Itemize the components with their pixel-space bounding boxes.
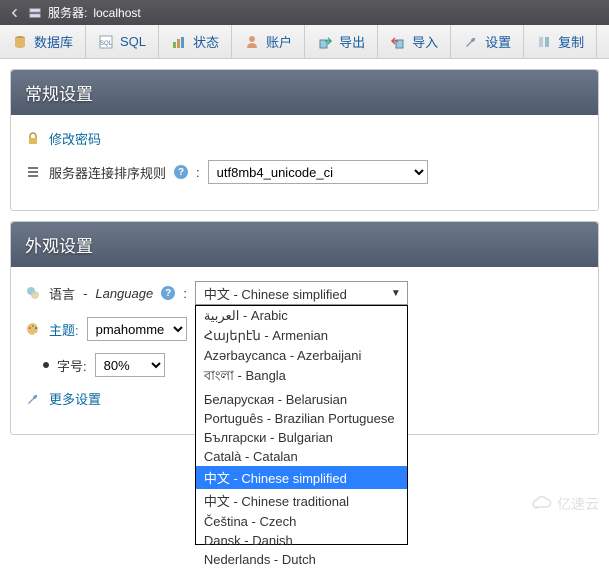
language-option[interactable]: Nederlands - Dutch: [196, 550, 407, 569]
language-label-en: Language: [95, 286, 153, 301]
tab-databases[interactable]: 数据库: [0, 25, 86, 58]
change-password-link[interactable]: 修改密码: [49, 129, 101, 148]
tab-label: 数据库: [34, 32, 73, 51]
help-icon[interactable]: ?: [161, 286, 175, 300]
tab-label: 状态: [193, 32, 219, 51]
cloud-icon: [531, 496, 553, 513]
appearance-settings-panel: 外观设置 语言 - Language ? : 中文 - Chinese simp…: [10, 221, 599, 435]
server-icon: [28, 6, 42, 20]
language-select-display[interactable]: 中文 - Chinese simplified ▼: [195, 281, 408, 305]
server-header: 服务器: localhost: [0, 0, 609, 25]
help-icon[interactable]: ?: [174, 165, 188, 179]
language-option[interactable]: Dansk - Danish: [196, 531, 407, 550]
list-icon: [25, 164, 41, 180]
fontsize-select[interactable]: 80%: [95, 353, 165, 377]
chevron-down-icon: ▼: [391, 288, 401, 299]
palette-icon: [25, 321, 41, 337]
tab-label: 导出: [339, 32, 365, 51]
language-select[interactable]: 中文 - Chinese simplified ▼ العربية - Arab…: [195, 281, 408, 305]
lock-icon: [25, 131, 41, 147]
language-selected-value: 中文 - Chinese simplified: [204, 284, 347, 303]
language-label-zh: 语言: [49, 284, 75, 303]
sql-icon: SQL: [98, 34, 114, 50]
theme-select[interactable]: pmahomme: [87, 317, 187, 341]
language-option[interactable]: Azərbaycanca - Azerbaijani: [196, 346, 407, 365]
tab-accounts[interactable]: 账户: [232, 25, 305, 58]
language-option[interactable]: 中文 - Chinese simplified: [196, 466, 407, 489]
theme-label: 主题:: [49, 320, 79, 339]
tab-label: 设置: [485, 32, 511, 51]
language-icon: [25, 285, 41, 301]
tab-label: SQL: [120, 34, 146, 49]
language-option[interactable]: العربية - Arabic: [196, 306, 407, 326]
status-icon: [171, 34, 187, 50]
language-option[interactable]: Català - Catalan: [196, 447, 407, 466]
tab-settings[interactable]: 设置: [451, 25, 524, 58]
language-option[interactable]: Беларуская - Belarusian: [196, 390, 407, 409]
language-option[interactable]: Հայերէն - Armenian: [196, 326, 407, 346]
language-dropdown[interactable]: العربية - ArabicՀայերէն - ArmenianAzərba…: [195, 305, 408, 545]
language-row: 语言 - Language ? : 中文 - Chinese simplifie…: [25, 281, 584, 305]
import-icon: [390, 34, 406, 50]
accounts-icon: [244, 34, 260, 50]
language-option[interactable]: 中文 - Chinese traditional: [196, 489, 407, 512]
server-name: localhost: [93, 6, 140, 20]
language-option[interactable]: বাংলা - Bangla: [196, 365, 407, 390]
tab-label: 复制: [558, 32, 584, 51]
bullet-icon: [43, 362, 49, 368]
panel-title: 外观设置: [11, 222, 598, 267]
svg-text:SQL: SQL: [100, 41, 113, 47]
collation-select[interactable]: utf8mb4_unicode_ci: [208, 160, 428, 184]
panel-title: 常规设置: [11, 70, 598, 115]
more-settings-link[interactable]: 更多设置: [49, 389, 101, 408]
collation-label: 服务器连接排序规则: [49, 163, 166, 182]
export-icon: [317, 34, 333, 50]
replication-icon: [536, 34, 552, 50]
tab-import[interactable]: 导入: [378, 25, 451, 58]
language-option[interactable]: Português - Brazilian Portuguese: [196, 409, 407, 428]
watermark-text: 亿速云: [557, 494, 599, 514]
back-arrow-icon[interactable]: [8, 6, 22, 20]
database-icon: [12, 34, 28, 50]
tab-export[interactable]: 导出: [305, 25, 378, 58]
tab-status[interactable]: 状态: [159, 25, 232, 58]
watermark: 亿速云: [531, 494, 599, 514]
language-option[interactable]: Български - Bulgarian: [196, 428, 407, 447]
tab-sql[interactable]: SQL SQL: [86, 25, 159, 58]
general-settings-panel: 常规设置 修改密码 服务器连接排序规则 ? : utf8mb4_unicode_…: [10, 69, 599, 211]
wrench-icon: [25, 391, 41, 407]
collation-row: 服务器连接排序规则 ? : utf8mb4_unicode_ci: [25, 160, 584, 184]
tab-label: 导入: [412, 32, 438, 51]
wrench-icon: [463, 34, 479, 50]
change-password-row: 修改密码: [25, 129, 584, 148]
tab-replication[interactable]: 复制: [524, 25, 597, 58]
tab-label: 账户: [266, 32, 292, 51]
server-label: 服务器:: [48, 4, 87, 21]
main-tabs: 数据库 SQL SQL 状态 账户 导出 导入 设置: [0, 25, 609, 59]
fontsize-label: 字号:: [57, 356, 87, 375]
